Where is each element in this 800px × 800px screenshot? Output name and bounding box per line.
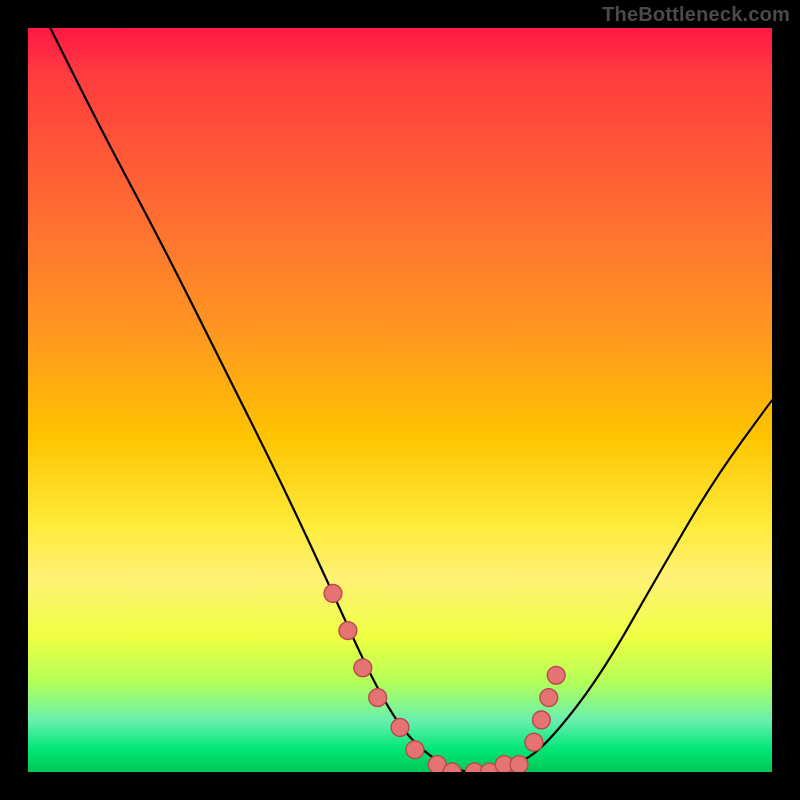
marker-dot [533,711,551,729]
marker-dot [525,733,543,751]
marker-dot [495,756,513,772]
bottleneck-curve [50,28,772,772]
marker-dot [339,622,357,640]
highlight-markers [324,585,565,773]
marker-dot [547,666,565,684]
marker-dot [324,585,342,603]
marker-dot [443,763,461,772]
watermark-text: TheBottleneck.com [602,4,790,27]
marker-dot [480,763,498,772]
marker-dot [466,763,484,772]
curve-layer [28,28,772,772]
marker-dot [428,756,446,772]
marker-dot [540,689,558,707]
plot-area [28,28,772,772]
marker-dot [510,756,528,772]
marker-dot [391,719,409,737]
marker-dot [406,741,424,759]
marker-dot [354,659,372,677]
chart-frame: TheBottleneck.com [0,0,800,800]
marker-dot [369,689,387,707]
